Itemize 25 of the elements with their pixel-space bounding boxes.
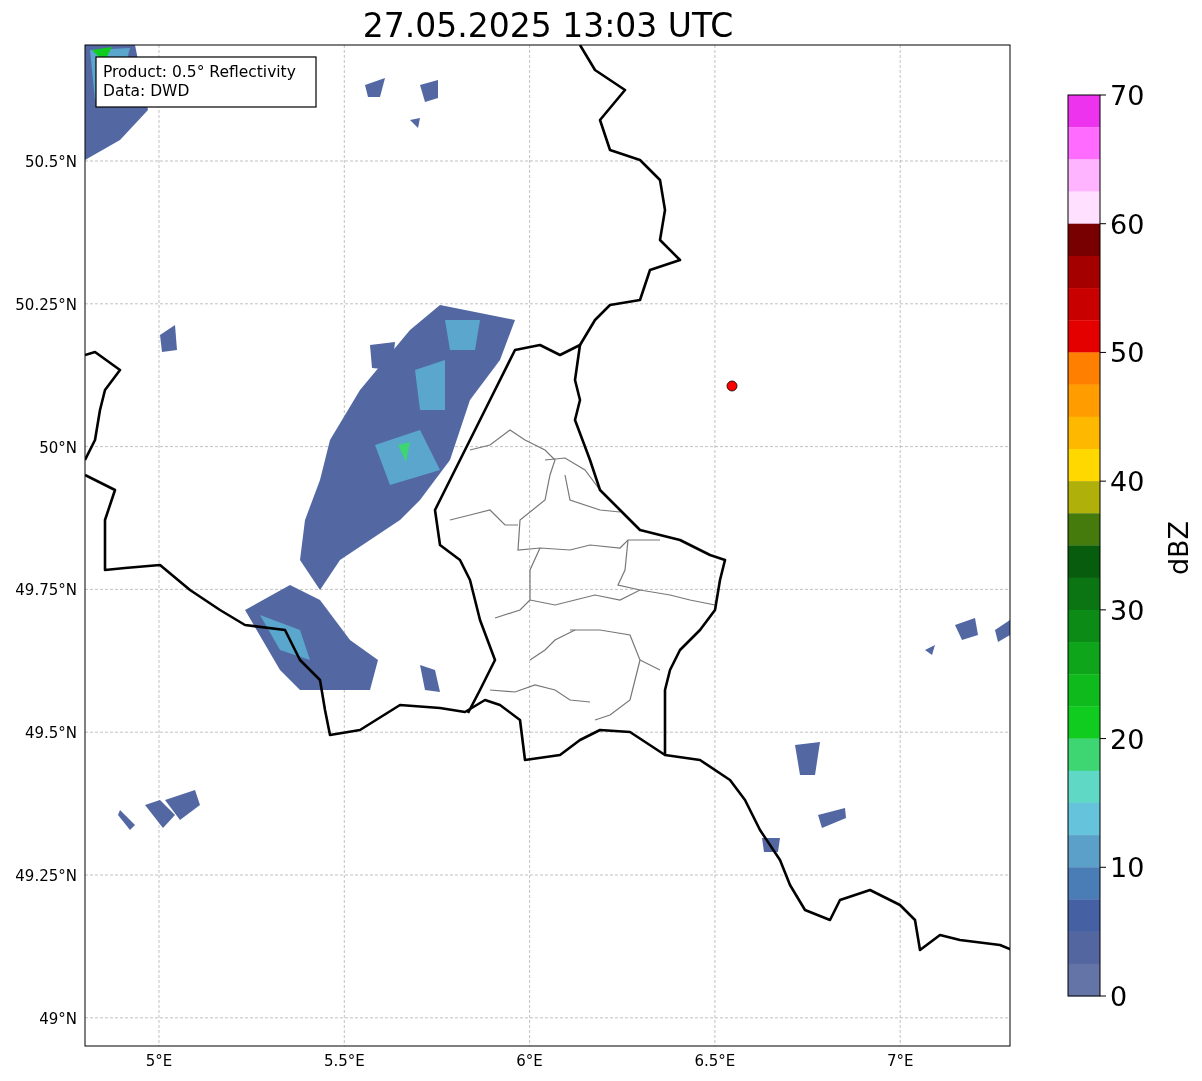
location-marker (726, 380, 738, 392)
info-text: Product: 0.5° Reflectivity (103, 63, 296, 81)
colorbar-tick-label: 40 (1110, 466, 1145, 498)
latitude-label: 50.5°N (24, 153, 77, 171)
latitude-label: 50°N (39, 438, 77, 457)
colorbar-label: dBZ (1163, 520, 1194, 576)
latitude-label: 49.5°N (24, 724, 77, 743)
longitude-label: 7°E (886, 1052, 914, 1070)
longitude-label: 6°E (516, 1052, 543, 1070)
colorbar-tick-label: 20 (1110, 723, 1145, 755)
info-text: Data: DWD (103, 82, 190, 100)
colorbar-tick-label: 0 (1110, 981, 1128, 1012)
colorbar-tick-label: 10 (1110, 852, 1145, 884)
colorbar-tick-label: 60 (1110, 208, 1145, 240)
longitude-label: 5.5°E (323, 1052, 365, 1070)
latitude-label: 49.75°N (15, 581, 77, 600)
longitude-label: 6.5°E (694, 1052, 736, 1070)
colorbar-tick-label: 70 (1110, 80, 1145, 111)
chart-title: 27.05.2025 13:03 UTC (362, 6, 734, 45)
colorbar-tick-label: 50 (1110, 337, 1145, 369)
longitude-label: 5°E (145, 1052, 173, 1070)
colorbar-tick-label: 30 (1110, 594, 1145, 626)
latitude-label: 50.25°N (15, 295, 77, 314)
latitude-label: 49.25°N (15, 867, 77, 885)
latitude-label: 49°N (39, 1009, 77, 1028)
